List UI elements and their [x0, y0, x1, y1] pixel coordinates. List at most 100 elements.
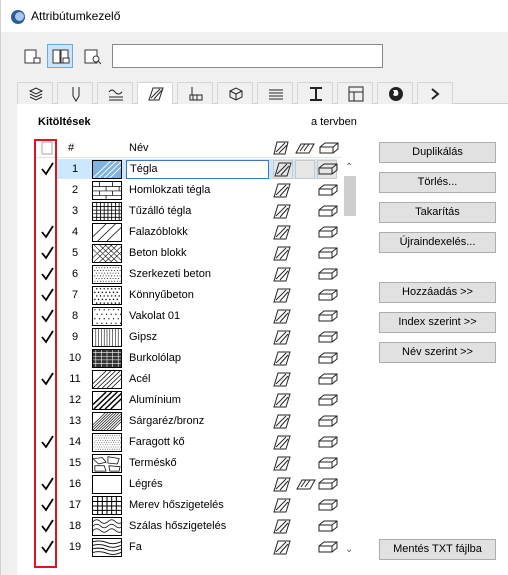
- pen-icon: [72, 87, 80, 102]
- single-view-button[interactable]: [19, 44, 45, 68]
- drafting-fill-icon[interactable]: [273, 245, 291, 261]
- table-row[interactable]: 17 Merev hőszigetelés: [35, 495, 341, 516]
- cut-fill-icon[interactable]: [319, 141, 339, 155]
- table-row[interactable]: 14 Faragott kő: [35, 432, 341, 453]
- dual-view-button[interactable]: [47, 44, 73, 68]
- drafting-fill-icon[interactable]: [273, 287, 291, 303]
- row-number: 19: [68, 541, 82, 553]
- drafting-fill-icon[interactable]: [273, 455, 291, 471]
- table-row[interactable]: 10 Burkolólap: [35, 348, 341, 369]
- drafting-fill-icon[interactable]: [273, 539, 291, 555]
- cut-fill-icon[interactable]: [318, 182, 338, 198]
- tab-profiles[interactable]: [297, 82, 333, 104]
- table-row[interactable]: 8 Vakolat 01: [35, 306, 341, 327]
- drafting-fill-icon[interactable]: [273, 182, 291, 198]
- tab-linetypes[interactable]: [97, 82, 133, 104]
- duplicate-button[interactable]: Duplikálás: [379, 142, 496, 163]
- table-row[interactable]: 5 Beton blokk: [35, 243, 341, 264]
- cut-fill-icon[interactable]: [318, 539, 338, 555]
- table-row[interactable]: 1 Tégla: [35, 159, 341, 180]
- cut-fill-icon[interactable]: [318, 350, 338, 366]
- cut-fill-icon[interactable]: [318, 371, 338, 387]
- purge-button[interactable]: Takarítás: [379, 202, 496, 223]
- tab-overflow[interactable]: [417, 82, 453, 104]
- cut-fill-icon[interactable]: [318, 518, 338, 534]
- cut-fill-icon[interactable]: [318, 455, 338, 471]
- cut-fill-icon[interactable]: [318, 245, 338, 261]
- cut-fill-icon[interactable]: [318, 392, 338, 408]
- table-row[interactable]: 16 Légrés: [35, 474, 341, 495]
- drafting-fill-icon[interactable]: [273, 160, 293, 179]
- name-column-header[interactable]: Név: [129, 142, 149, 154]
- cut-fill-icon[interactable]: [318, 308, 338, 324]
- tab-building-materials[interactable]: [217, 82, 253, 104]
- drafting-fill-icon[interactable]: [273, 266, 291, 282]
- drafting-fill-icon[interactable]: [273, 203, 291, 219]
- cover-fill-toggle[interactable]: [295, 160, 315, 179]
- add-button[interactable]: Hozzáadás >>: [379, 282, 496, 303]
- building-material-icon: [229, 87, 243, 101]
- save-txt-button[interactable]: Mentés TXT fájlba: [379, 539, 496, 560]
- cut-fill-icon[interactable]: [318, 266, 338, 282]
- cut-fill-icon[interactable]: [318, 497, 338, 513]
- cut-fill-icon[interactable]: [318, 224, 338, 240]
- cut-fill-icon[interactable]: [318, 203, 338, 219]
- tab-pens[interactable]: [57, 82, 93, 104]
- drafting-fill-icon[interactable]: [273, 476, 291, 492]
- reindex-button[interactable]: Újraindexelés...: [379, 232, 496, 253]
- drafting-fill-icon[interactable]: [273, 497, 291, 513]
- table-row[interactable]: 18 Szálas hőszigetelés: [35, 516, 341, 537]
- row-number: 15: [68, 457, 82, 469]
- drafting-fill-icon[interactable]: [273, 413, 291, 429]
- table-row[interactable]: 2 Homlokzati tégla: [35, 180, 341, 201]
- table-row[interactable]: 12 Alumínium: [35, 390, 341, 411]
- delete-button[interactable]: Törlés...: [379, 172, 496, 193]
- fill-pattern-swatch: [92, 160, 128, 179]
- table-row[interactable]: 11 Acél: [35, 369, 341, 390]
- sort-by-name-button[interactable]: Név szerint >>: [379, 342, 496, 363]
- table-row[interactable]: 15 Terméskő: [35, 453, 341, 474]
- drafting-fill-icon[interactable]: [273, 141, 289, 155]
- drafting-fill-icon[interactable]: [273, 350, 291, 366]
- drafting-fill-icon[interactable]: [273, 371, 291, 387]
- num-column-header[interactable]: #: [68, 142, 74, 154]
- fill-pattern-swatch: [92, 454, 122, 473]
- cut-fill-icon[interactable]: [318, 476, 338, 492]
- table-row[interactable]: 9 Gipsz: [35, 327, 341, 348]
- scroll-down-icon[interactable]: ⌄: [345, 544, 353, 555]
- tab-geo[interactable]: [377, 82, 413, 104]
- search-input[interactable]: [112, 44, 383, 68]
- preview-view-button[interactable]: [79, 44, 105, 68]
- drafting-fill-icon[interactable]: [273, 392, 291, 408]
- table-row[interactable]: 6 Szerkezeti beton: [35, 264, 341, 285]
- tab-zones[interactable]: [337, 82, 373, 104]
- drafting-fill-icon[interactable]: [273, 518, 291, 534]
- cut-fill-icon[interactable]: [318, 329, 338, 345]
- scroll-up-icon[interactable]: ⌃: [345, 162, 353, 173]
- drafting-fill-icon[interactable]: [273, 434, 291, 450]
- cover-fill-icon[interactable]: [296, 476, 316, 492]
- scroll-thumb[interactable]: [344, 176, 356, 216]
- tab-surfaces[interactable]: [257, 82, 293, 104]
- cut-fill-icon[interactable]: [318, 434, 338, 450]
- drafting-fill-icon[interactable]: [273, 224, 291, 240]
- cut-fill-icon[interactable]: [317, 160, 338, 179]
- cut-fill-icon[interactable]: [318, 413, 338, 429]
- drafting-fill-icon[interactable]: [273, 308, 291, 324]
- table-row[interactable]: 7 Könnyűbeton: [35, 285, 341, 306]
- fill-name: Burkolólap: [129, 352, 181, 364]
- tab-fills[interactable]: [137, 82, 173, 105]
- table-row[interactable]: 3 Tűzálló tégla: [35, 201, 341, 222]
- tab-composites[interactable]: [177, 82, 213, 104]
- row-number: 8: [71, 310, 79, 322]
- name-edit-field[interactable]: Tégla: [126, 160, 269, 179]
- cover-fill-icon[interactable]: [295, 141, 315, 155]
- table-row[interactable]: 4 Falazóblokk: [35, 222, 341, 243]
- tab-layers[interactable]: [17, 82, 53, 104]
- table-row[interactable]: 13 Sárgaréz/bronz: [35, 411, 341, 432]
- drafting-fill-icon[interactable]: [273, 329, 291, 345]
- sort-by-index-button[interactable]: Index szerint >>: [379, 312, 496, 333]
- cut-fill-icon[interactable]: [318, 287, 338, 303]
- table-scrollbar[interactable]: ⌃ ⌄: [341, 158, 358, 560]
- table-row[interactable]: 19 Fa: [35, 537, 341, 558]
